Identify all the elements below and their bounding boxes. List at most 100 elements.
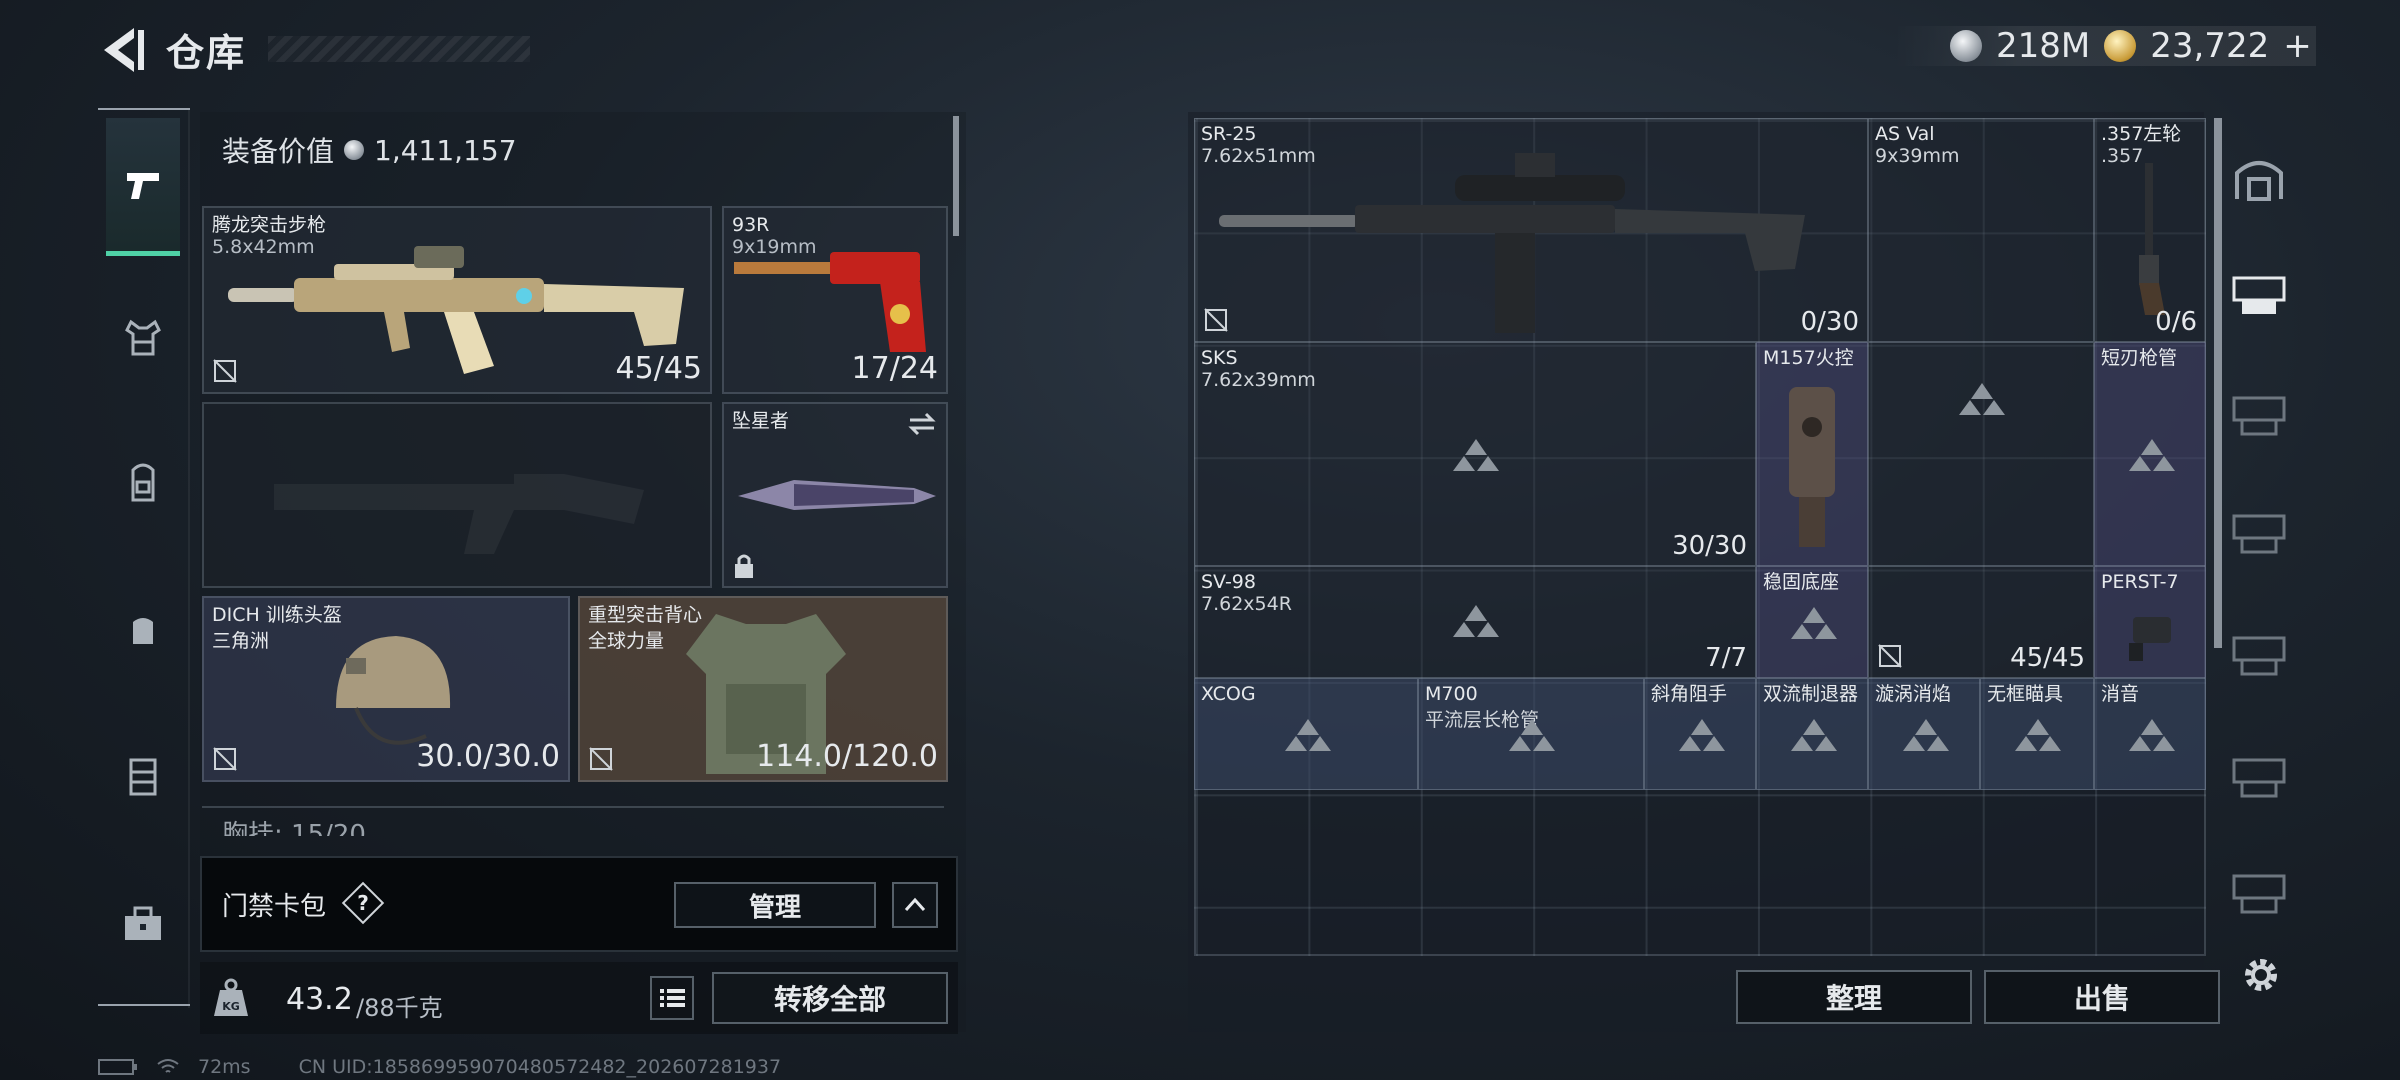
item-name: M700 <box>1425 683 1478 705</box>
storage-item-short-barrel[interactable]: 短刃枪管 <box>2094 342 2206 566</box>
swap-icon[interactable] <box>906 410 938 438</box>
storage-item-xcog[interactable]: XCOG <box>1194 678 1418 790</box>
gun-case-icon <box>2232 758 2286 798</box>
storage-item-revolver[interactable]: .357左轮 .357 0/6 <box>2094 118 2206 342</box>
storage-scrollbar[interactable] <box>2214 118 2222 648</box>
weight-max: /88千克 <box>356 994 443 1022</box>
rail-tab-backpack[interactable] <box>106 434 180 530</box>
rail-tab-storage-home[interactable] <box>2228 148 2290 210</box>
collapse-button[interactable] <box>892 882 938 928</box>
sell-button[interactable]: 出售 <box>1984 970 2220 1024</box>
item-name: 漩涡消焰 <box>1875 683 1952 705</box>
no-mark-icon <box>213 747 237 771</box>
storage-item-sks[interactable]: SKS 7.62x39mm 30/30 <box>1194 342 1756 566</box>
gun-case-icon <box>2232 636 2286 676</box>
list-icon <box>660 989 685 1007</box>
storage-item-frameless-sight[interactable]: 无框瞄具 <box>1980 678 2094 790</box>
weight-current: 43.2 <box>286 982 353 1017</box>
back-button[interactable] <box>96 22 146 78</box>
item-name: M157火控 <box>1763 347 1854 369</box>
storage-item-stable-base[interactable]: 稳固底座 <box>1756 566 1868 678</box>
gun-case-icon <box>2232 514 2286 554</box>
body-armor-slot[interactable]: 重型突击背心 全球力量 114.0/120.0 <box>578 596 948 782</box>
rail-tab-weapons[interactable] <box>106 118 180 256</box>
storage-item-flash-hider[interactable]: 漩涡消焰 <box>1868 678 1980 790</box>
item-ammo: 7.62x39mm <box>1201 369 1316 391</box>
rail-tab-weapon-case-4[interactable] <box>2228 624 2290 686</box>
ammo-count: 17/24 <box>851 351 938 386</box>
storage-item-ammo[interactable]: 45/45 <box>1868 566 2094 678</box>
storage-item-m157[interactable]: M157火控 <box>1756 342 1868 566</box>
backpack-icon <box>131 463 155 502</box>
storage-item-sv98[interactable]: SV-98 7.62x54R 7/7 <box>1194 566 1756 678</box>
silver-amount: 218M <box>1996 26 2091 66</box>
storage-item-m700-barrel[interactable]: M700 平流层长枪管 <box>1418 678 1644 790</box>
item-name: XCOG <box>1201 683 1256 705</box>
item-name: 无框瞄具 <box>1987 683 2064 705</box>
rail-tab-weapon-case-3[interactable] <box>2228 502 2290 564</box>
ammo-count: 0/6 <box>2155 307 2197 337</box>
storage-item-empty[interactable] <box>1868 342 2094 566</box>
storage-item-suppressor[interactable]: 消音 <box>2094 678 2206 790</box>
add-currency-button[interactable]: + <box>2283 26 2312 66</box>
melee-slot[interactable]: 坠星者 <box>722 402 948 588</box>
settings-button[interactable] <box>2236 950 2286 1000</box>
storage-item-angled-grip[interactable]: 斜角阻手 <box>1644 678 1756 790</box>
sort-button[interactable]: 整理 <box>1736 970 1972 1024</box>
chest-rig-label: 胸挂: 15/20 <box>222 820 366 836</box>
ammo-count: 7/7 <box>1705 643 1747 673</box>
item-name: 短刃枪管 <box>2101 347 2178 369</box>
helmet-slot[interactable]: DICH 训练头盔 三角洲 30.0/30.0 <box>202 596 570 782</box>
svg-text:KG: KG <box>222 1000 240 1013</box>
primary-weapon-slot[interactable]: 腾龙突击步枪 5.8x42mm 45/45 <box>202 206 712 394</box>
empty-weapon-slot[interactable] <box>202 402 712 588</box>
armor-icon <box>125 319 161 356</box>
vest-icon <box>129 758 157 796</box>
storage-item-muzzle-brake[interactable]: 双流制退器 <box>1756 678 1868 790</box>
laser-module-image <box>2129 617 2171 661</box>
ammo-count: 30/30 <box>1672 531 1747 561</box>
item-placeholder-icon <box>1453 439 1499 471</box>
fire-control-image <box>1789 387 1835 547</box>
equipment-value-label: 装备价值 <box>222 135 335 168</box>
transfer-all-button[interactable]: 转移全部 <box>712 972 948 1024</box>
chest-rig-row[interactable]: 胸挂: 15/20 <box>202 806 944 836</box>
item-name: 稳固底座 <box>1763 571 1840 593</box>
currency-bar: 218M 23,722 + <box>1894 26 2316 66</box>
list-view-button[interactable] <box>650 976 694 1020</box>
equipment-scrollbar[interactable] <box>953 116 959 236</box>
no-mark-icon <box>1878 644 1902 668</box>
item-placeholder-icon <box>1509 719 1555 751</box>
title-decoration <box>268 36 530 62</box>
uid-text: CN UID:185869959070480572482_20260728193… <box>298 1056 782 1078</box>
storage-item-asval[interactable]: AS Val 9x39mm <box>1868 118 2094 342</box>
rifle-silhouette-icon <box>274 474 644 554</box>
rail-tab-weapon-case-1[interactable] <box>2228 264 2290 326</box>
slot-item-brand: 三角洲 <box>212 630 270 652</box>
rail-tab-weapon-case-2[interactable] <box>2228 384 2290 446</box>
briefcase-icon <box>125 906 161 940</box>
rail-divider <box>98 1004 190 1006</box>
rail-tab-vest[interactable] <box>106 728 180 824</box>
ping-value: 72ms <box>198 1056 251 1078</box>
storage-item-perst7[interactable]: PERST-7 <box>2094 566 2206 678</box>
rail-tab-armor[interactable] <box>106 290 180 386</box>
wifi-icon <box>157 1059 179 1073</box>
storage-item-sr25[interactable]: SR-25 7.62x51mm 0/30 <box>1194 118 1868 342</box>
storage-home-icon <box>2235 161 2283 201</box>
pistol-image <box>734 252 926 352</box>
item-placeholder-icon <box>2015 719 2061 751</box>
rail-tab-case[interactable] <box>106 876 180 972</box>
gun-case-icon <box>2232 396 2286 436</box>
keycard-label: 门禁卡包 <box>222 892 327 922</box>
item-name: SKS <box>1201 347 1238 369</box>
rail-tab-weapon-case-6[interactable] <box>2228 862 2290 924</box>
item-placeholder-icon <box>1791 719 1837 751</box>
rail-tab-pouch[interactable] <box>106 582 180 678</box>
rail-tab-weapon-case-5[interactable] <box>2228 746 2290 808</box>
no-mark-icon <box>213 359 237 383</box>
durability: 114.0/120.0 <box>756 739 938 774</box>
manage-button[interactable]: 管理 <box>674 882 876 928</box>
gold-amount: 23,722 <box>2150 26 2270 66</box>
secondary-weapon-slot[interactable]: 93R 9x19mm 17/24 <box>722 206 948 394</box>
